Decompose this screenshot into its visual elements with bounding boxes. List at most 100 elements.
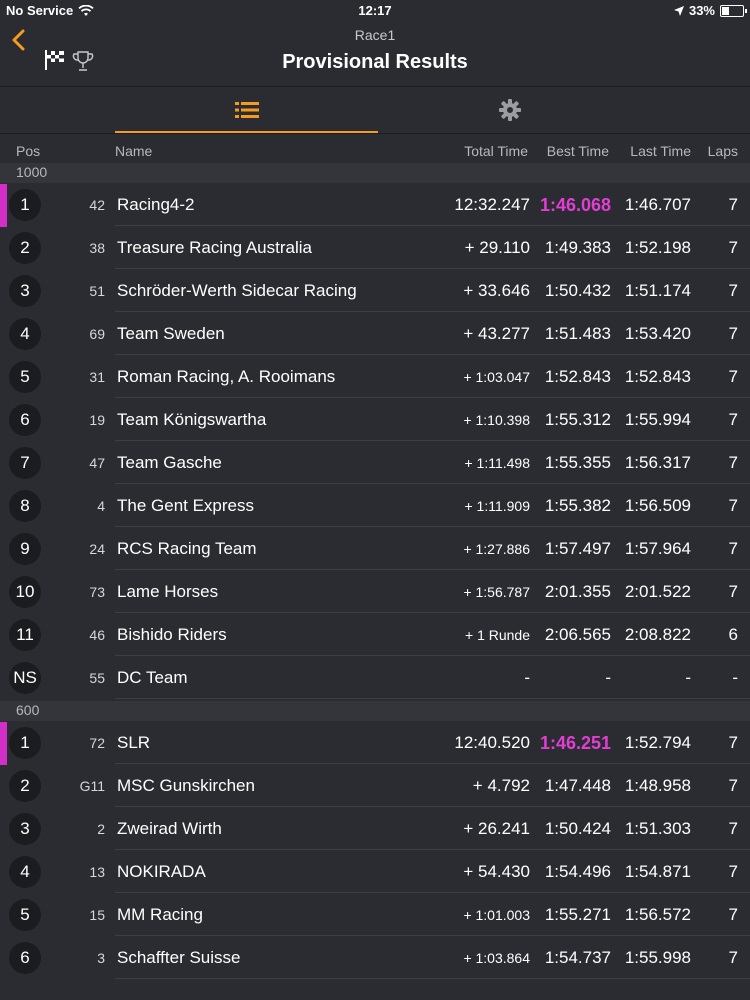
total-time: + 1:01.003 [463,907,530,923]
position-badge: 7 [9,447,41,479]
tab-results-list[interactable] [115,87,378,133]
team-name: Zweirad Wirth [117,819,222,838]
last-time: 1:52.794 [624,733,691,752]
result-row[interactable]: 3 2 Zweirad Wirth + 26.241 1:50.424 1:51.303 7 [0,808,750,850]
laps-count: - [732,668,738,687]
start-number: 3 [97,950,105,966]
laps-count: 7 [728,948,738,967]
tab-bar [0,87,750,133]
team-name: NOKIRADA [117,862,206,881]
position-badge: 11 [9,619,41,651]
best-time: 1:55.355 [544,453,611,472]
last-time: 2:08.822 [624,625,691,644]
team-name: The Gent Express [117,496,255,515]
row-divider [115,440,750,441]
best-time: - [605,668,611,687]
last-time: 1:53.420 [624,324,691,343]
result-row[interactable]: 4 69 Team Sweden + 43.277 1:51.483 1:53.420 7 [0,313,750,355]
best-time: 1:55.271 [544,905,611,924]
row-divider [115,763,750,764]
result-row[interactable]: 5 31 Roman Racing, A. Rooimans + 1:03.047 1:… [0,356,750,398]
result-row[interactable]: 4 13 NOKIRADA + 54.430 1:54.496 1:54.871 7 [0,851,750,893]
best-time: 1:54.496 [544,862,611,881]
result-row[interactable]: 9 24 RCS Racing Team + 1:27.886 1:57.497 1:57… [0,528,750,570]
laps-count: 7 [728,496,738,515]
last-time: 1:56.317 [624,453,691,472]
team-name: Team Sweden [117,324,225,343]
total-time: + 1:56.787 [463,584,530,600]
result-row[interactable]: 6 3 Schaffter Suisse + 1:03.864 1:54.737 1:55… [0,937,750,979]
start-number: 4 [97,498,105,514]
result-row[interactable]: 2 G11 MSC Gunskirchen + 4.792 1:47.448 1:48.9… [0,765,750,807]
group-label: 600 [16,702,40,718]
result-row[interactable]: 6 19 Team Königswartha + 1:10.398 1:55.312 1:… [0,399,750,441]
result-row[interactable]: 11 46 Bishido Riders + 1 Runde 2:06.565 2:08.… [0,614,750,656]
list-icon [234,102,259,118]
result-row[interactable]: 8 4 The Gent Express + 1:11.909 1:55.382 1:56… [0,485,750,527]
row-divider [115,225,750,226]
result-row[interactable]: 5 15 MM Racing + 1:01.003 1:55.271 1:56.572 7 [0,894,750,936]
team-name: Racing4-2 [117,195,195,214]
row-divider [115,397,750,398]
row-divider [115,892,750,893]
gear-icon [498,99,521,121]
row-divider [115,526,750,527]
best-time: 1:49.383 [544,238,611,257]
position-badge: 5 [9,361,41,393]
start-number: 47 [89,455,105,471]
best-time: 1:50.424 [544,819,611,838]
total-time: 12:32.247 [454,195,530,214]
row-divider [115,483,750,484]
position-badge: NS [9,662,41,694]
col-laps: Laps [707,143,738,159]
result-row[interactable]: 7 47 Team Gasche + 1:11.498 1:55.355 1:56.317… [0,442,750,484]
best-time: 1:46.251 [539,733,611,753]
status-bar: No Service 12:17 33% [0,0,750,20]
team-name: Roman Racing, A. Rooimans [117,367,336,386]
result-row[interactable]: 1 72 SLR 12:40.520 1:46.251 1:52.794 7 [0,722,750,765]
total-time: + 1:11.498 [464,455,530,471]
total-time: + 1 Runde [465,627,530,643]
best-time: 2:01.355 [544,582,611,601]
laps-count: 7 [728,819,738,838]
position-badge: 6 [9,942,41,974]
col-best-time: Best Time [546,143,609,159]
group-header: 1000 [0,163,750,183]
last-time: 1:56.509 [624,496,691,515]
best-time: 1:55.312 [544,410,611,429]
laps-count: 7 [728,776,738,795]
team-name: MSC Gunskirchen [117,776,255,795]
team-name: Schaffter Suisse [117,948,241,967]
navigation-header: Race1 Provisional Results [0,20,750,86]
team-name: Lame Horses [117,582,219,601]
row-divider [115,569,750,570]
result-row[interactable]: 10 73 Lame Horses + 1:56.787 2:01.355 2:01.52… [0,571,750,613]
row-divider [115,311,750,312]
team-name: Bishido Riders [117,625,227,644]
laps-count: 7 [728,238,738,257]
result-row[interactable]: 3 51 Schröder-Werth Sidecar Racing + 33.646… [0,270,750,312]
team-name: DC Team [117,668,188,687]
total-time: - [524,668,530,687]
best-time: 1:51.483 [544,324,611,343]
best-time: 1:52.843 [544,367,611,386]
laps-count: 7 [728,324,738,343]
position-badge: 1 [9,189,41,221]
team-name: SLR [117,733,151,752]
row-divider [115,698,750,699]
start-number: 38 [89,240,105,256]
col-last-time: Last Time [630,143,691,159]
best-time: 1:47.448 [544,776,611,795]
status-time: 12:17 [358,3,392,18]
result-row[interactable]: 1 42 Racing4-2 12:32.247 1:46.068 1:46.707 7 [0,184,750,227]
result-row[interactable]: 2 38 Treasure Racing Australia + 29.110 1:49… [0,227,750,269]
team-name: MM Racing [117,905,203,924]
total-time: + 43.277 [463,324,530,343]
tab-settings[interactable] [378,87,641,133]
start-number: 55 [89,670,105,686]
result-row[interactable]: NS 55 DC Team - - - - [0,657,750,699]
start-number: 15 [89,907,105,923]
team-name: Team Königswartha [117,410,267,429]
best-time: 1:46.068 [539,195,611,215]
tab-divider [0,133,750,134]
